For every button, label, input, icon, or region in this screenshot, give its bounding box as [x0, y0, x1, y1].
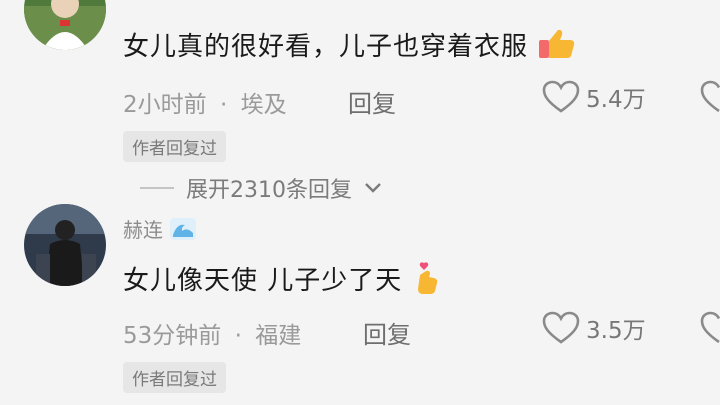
- expand-replies-button[interactable]: 展开2310条回复: [140, 172, 382, 204]
- like-count: 3.5万: [586, 318, 646, 344]
- expand-replies-label: 展开2310条回复: [186, 178, 352, 203]
- wave-icon: [169, 217, 197, 246]
- heart-broken-icon: [700, 311, 720, 344]
- heart-icon: [542, 80, 580, 113]
- finger-heart-icon: [412, 261, 442, 302]
- comment-text: 女儿像天使 儿子少了天: [123, 260, 442, 302]
- author-replied-badge: 作者回复过: [123, 131, 226, 162]
- comment-meta: 2小时前 · 埃及: [123, 85, 287, 119]
- timestamp: 53分钟前: [123, 323, 222, 349]
- chevron-down-icon: [365, 183, 381, 193]
- divider: [140, 187, 174, 189]
- separator: ·: [219, 92, 228, 118]
- separator: ·: [234, 323, 242, 349]
- dislike-button[interactable]: [700, 80, 720, 114]
- reply-button[interactable]: 回复: [348, 84, 396, 119]
- like-button[interactable]: 3.5万: [542, 311, 646, 345]
- author-replied-badge: 作者回复过: [123, 362, 226, 393]
- timestamp: 2小时前: [123, 92, 207, 118]
- avatar[interactable]: [24, 204, 106, 286]
- location: 埃及: [240, 92, 287, 118]
- comment-meta: 53分钟前 · 福建: [123, 316, 301, 350]
- reply-button[interactable]: 回复: [363, 315, 411, 350]
- like-button[interactable]: 5.4万: [542, 80, 646, 114]
- like-count: 5.4万: [586, 87, 646, 113]
- heart-broken-icon: [700, 80, 720, 113]
- thumbs-up-icon: [537, 28, 577, 67]
- dislike-button[interactable]: [700, 311, 720, 345]
- avatar[interactable]: [24, 0, 106, 50]
- username[interactable]: 赫连: [123, 214, 197, 246]
- location: 福建: [255, 323, 302, 349]
- comment-text: 女儿真的很好看，儿子也穿着衣服: [123, 26, 577, 67]
- heart-icon: [542, 311, 580, 344]
